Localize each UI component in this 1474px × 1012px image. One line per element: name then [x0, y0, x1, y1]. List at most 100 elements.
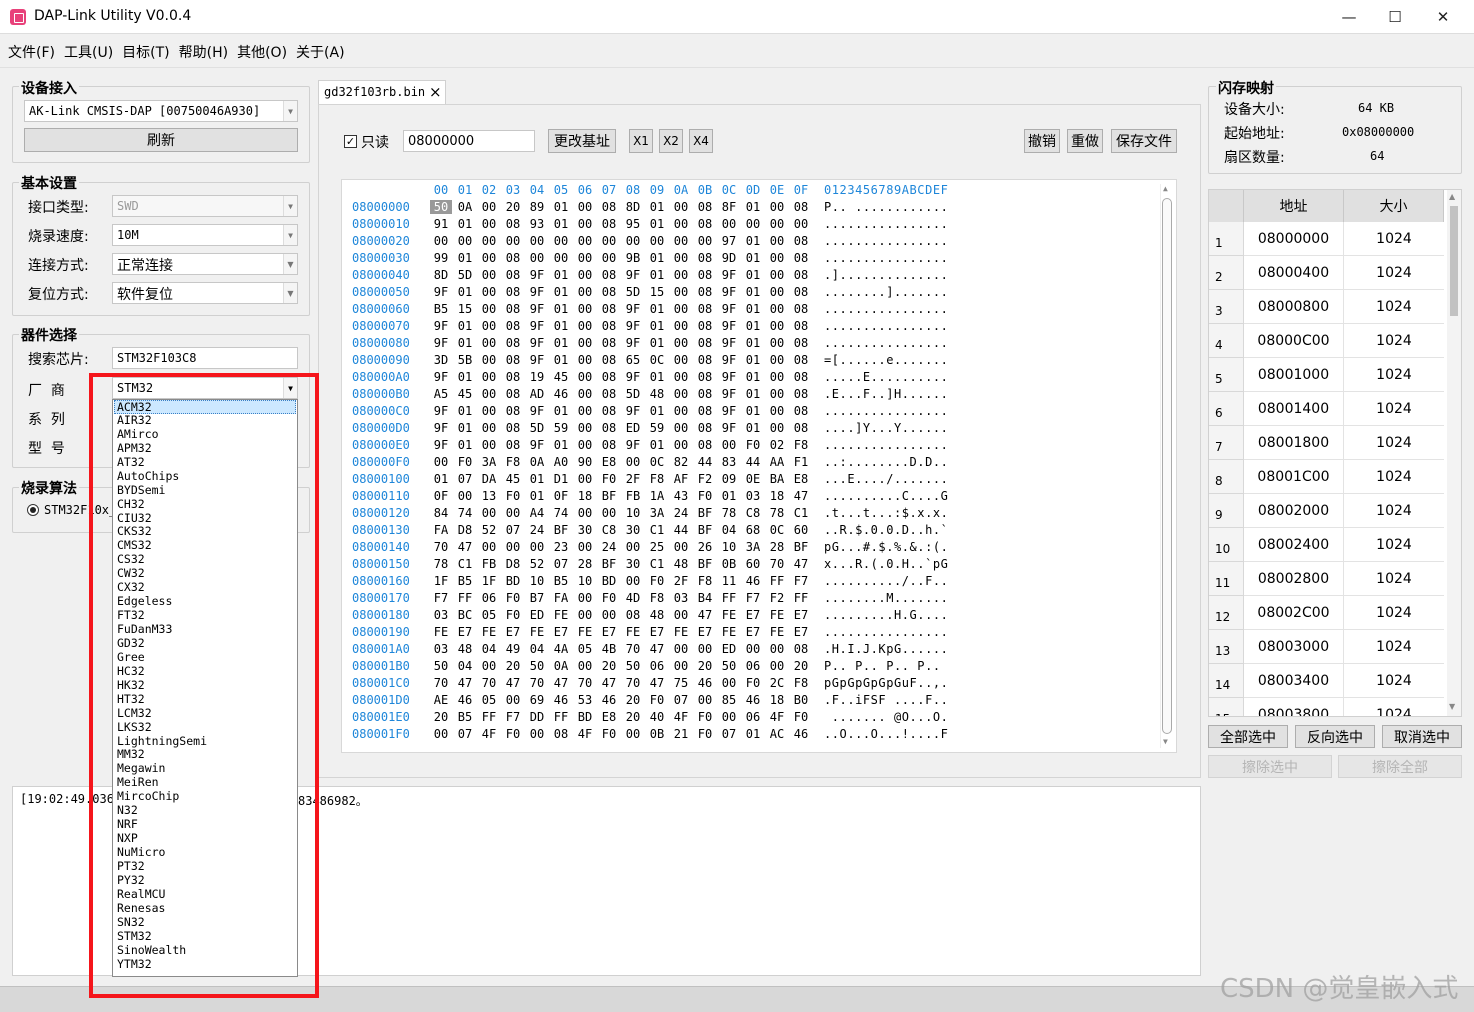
hex-byte[interactable]: FB	[622, 489, 644, 503]
vendor-option[interactable]: CS32	[113, 552, 297, 567]
hex-byte[interactable]: 30	[622, 557, 644, 571]
hex-byte[interactable]: 24	[598, 540, 620, 554]
hex-byte[interactable]: 46	[454, 693, 476, 707]
hex-byte[interactable]: 5D	[454, 268, 476, 282]
hex-byte[interactable]: 19	[526, 370, 548, 384]
hex-byte[interactable]: 53	[574, 693, 596, 707]
hex-byte[interactable]: 00	[526, 251, 548, 265]
hex-byte[interactable]: 01	[742, 421, 764, 435]
hex-byte[interactable]: 65	[622, 353, 644, 367]
hex-byte[interactable]: 00	[598, 608, 620, 622]
hex-byte[interactable]: 00	[670, 217, 692, 231]
readonly-checkbox[interactable]: ✓	[344, 135, 357, 148]
hex-byte[interactable]: 01	[430, 472, 452, 486]
hex-byte[interactable]: 1F	[478, 574, 500, 588]
probe-select[interactable]: AK-Link CMSIS-DAP [00750046A930] ▼	[24, 100, 298, 122]
hex-byte[interactable]: 08	[694, 268, 716, 282]
hex-byte[interactable]: 08	[790, 642, 812, 656]
hex-byte[interactable]: 00	[766, 404, 788, 418]
menu-other[interactable]: 其他(O)	[237, 42, 287, 62]
hex-byte[interactable]: 00	[574, 421, 596, 435]
hex-byte[interactable]: 00	[670, 540, 692, 554]
hex-byte[interactable]: 4D	[622, 591, 644, 605]
hex-byte[interactable]: 00	[478, 387, 500, 401]
hex-byte[interactable]: 43	[670, 489, 692, 503]
hex-byte[interactable]: 08	[790, 268, 812, 282]
hex-byte[interactable]: 10	[718, 540, 740, 554]
vendor-option[interactable]: HC32	[113, 664, 297, 679]
hex-byte[interactable]: 28	[766, 540, 788, 554]
hex-byte[interactable]: 44	[670, 523, 692, 537]
hex-byte[interactable]: 07	[718, 727, 740, 741]
hex-byte[interactable]: 46	[598, 693, 620, 707]
hex-byte[interactable]: 9F	[430, 285, 452, 299]
hex-byte[interactable]: 05	[574, 642, 596, 656]
hex-byte[interactable]: 00	[574, 302, 596, 316]
hex-byte[interactable]: 44	[742, 455, 764, 469]
hex-row[interactable]: 08000010 91 01 00 08 93 01 00 08 95 01 00 08 00 00 00 00…	[342, 217, 1142, 234]
hex-byte[interactable]: D8	[502, 557, 524, 571]
vendor-option[interactable]: APM32	[113, 441, 297, 456]
hex-byte[interactable]: B4	[694, 591, 716, 605]
hex-byte[interactable]: 00	[766, 336, 788, 350]
vendor-option[interactable]: BYDSemi	[113, 483, 297, 498]
hex-byte[interactable]: 70	[574, 676, 596, 690]
hex-row[interactable]: 08000000 50 0A 00 20 89 01 00 08 8D 01 00 08 8F 01 00 08…	[342, 200, 1142, 217]
hex-byte[interactable]: 00	[574, 404, 596, 418]
hex-byte[interactable]: 9F	[622, 404, 644, 418]
hex-byte[interactable]: 00	[454, 489, 476, 503]
invert-selection-button[interactable]: 反向选中	[1295, 725, 1375, 748]
hex-byte[interactable]: 10	[622, 506, 644, 520]
hex-byte[interactable]: 15	[646, 285, 668, 299]
vendor-option[interactable]: PT32	[113, 859, 297, 874]
vendor-option[interactable]: ACM32	[114, 400, 296, 414]
hex-row[interactable]: 080001A0 03 48 04 49 04 4A 05 4B 70 47 00 00 ED 00 00 08…	[342, 642, 1142, 659]
hex-byte[interactable]: F0	[502, 489, 524, 503]
vendor-option[interactable]: LKS32	[113, 720, 297, 735]
hex-byte[interactable]: 00	[670, 608, 692, 622]
hex-byte[interactable]: 70	[526, 676, 548, 690]
hex-byte[interactable]: 08	[598, 268, 620, 282]
select-all-button[interactable]: 全部选中	[1208, 725, 1288, 748]
hex-byte[interactable]: 9F	[526, 353, 548, 367]
hex-byte[interactable]: 9F	[622, 268, 644, 282]
hex-byte[interactable]: E8	[790, 472, 812, 486]
hex-byte[interactable]: 9F	[526, 302, 548, 316]
hex-byte[interactable]: 00	[670, 404, 692, 418]
hex-byte[interactable]: 44	[694, 455, 716, 469]
hex-byte[interactable]: 00	[766, 659, 788, 673]
hex-byte[interactable]: 08	[550, 727, 572, 741]
hex-byte[interactable]: AC	[766, 727, 788, 741]
vendor-option[interactable]: Gree	[113, 650, 297, 665]
hex-byte[interactable]: 00	[574, 387, 596, 401]
hex-byte[interactable]: 8D	[430, 268, 452, 282]
hex-byte[interactable]: 08	[790, 421, 812, 435]
hex-byte[interactable]: B5	[454, 710, 476, 724]
hex-byte[interactable]: 08	[502, 319, 524, 333]
hex-byte[interactable]: DA	[478, 472, 500, 486]
hex-byte[interactable]: 8D	[622, 200, 644, 214]
hex-byte[interactable]: 1A	[646, 489, 668, 503]
hex-row[interactable]: 08000020 00 00 00 00 00 00 00 00 00 00 00 00 97 01 00 08…	[342, 234, 1142, 251]
hex-byte[interactable]: 18	[766, 489, 788, 503]
hex-byte[interactable]: 9F	[718, 302, 740, 316]
hex-byte[interactable]: 08	[694, 370, 716, 384]
hex-byte[interactable]: D1	[550, 472, 572, 486]
hex-byte[interactable]: 20	[502, 200, 524, 214]
hex-byte[interactable]: F0	[598, 727, 620, 741]
hex-byte[interactable]: 08	[694, 336, 716, 350]
hex-byte[interactable]: FF	[718, 591, 740, 605]
hex-byte[interactable]: FE	[718, 625, 740, 639]
hex-byte[interactable]: F8	[646, 472, 668, 486]
hex-byte[interactable]: F8	[502, 455, 524, 469]
hex-byte[interactable]: 01	[454, 217, 476, 231]
hex-view[interactable]: 00 01 02 03 04 05 06 07 08 09 0A 0B 0C 0D 0E 0F 01234567…	[341, 179, 1177, 753]
hex-row[interactable]: 080000D0 9F 01 00 08 5D 59 00 08 ED 59 00 08 9F 01 00 08…	[342, 421, 1142, 438]
x2-button[interactable]: X2	[659, 129, 683, 153]
hex-byte[interactable]: FE	[766, 625, 788, 639]
hex-byte[interactable]: D8	[454, 523, 476, 537]
vendor-option[interactable]: FuDanM33	[113, 622, 297, 637]
hex-row[interactable]: 08000130 FA D8 52 07 24 BF 30 C8 30 C1 44 BF 04 68 0C 60…	[342, 523, 1142, 540]
vendor-option[interactable]: LightningSemi	[113, 734, 297, 749]
hex-row[interactable]: 08000140 70 47 00 00 00 23 00 24 00 25 00 26 10 3A 28 BF…	[342, 540, 1142, 557]
